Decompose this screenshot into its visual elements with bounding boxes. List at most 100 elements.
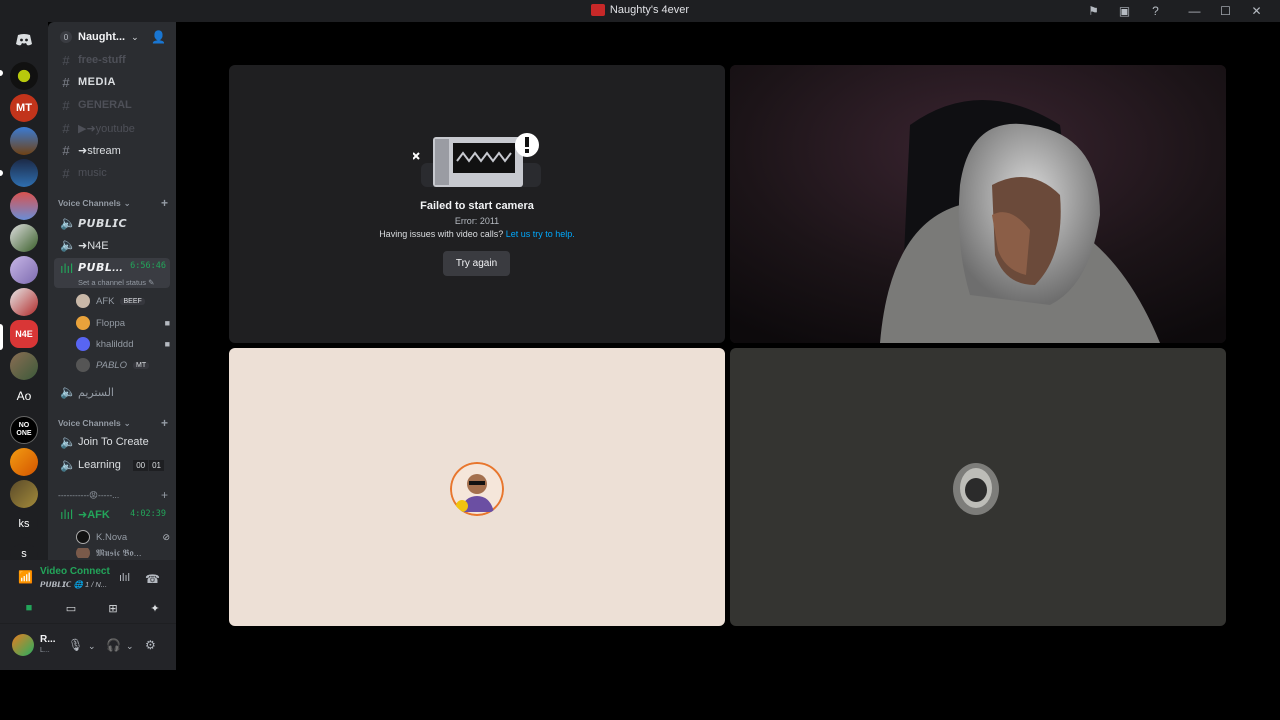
headphones-icon[interactable]: 🎧 — [106, 638, 121, 652]
voice-user[interactable]: AFK BEEF — [76, 292, 170, 310]
video-tile-avatar[interactable] — [229, 348, 725, 626]
server-icon[interactable] — [10, 288, 38, 316]
server-icon[interactable] — [10, 352, 38, 380]
participant-avatar — [953, 463, 999, 515]
microphone-icon[interactable]: 🎙 — [68, 638, 83, 652]
speaker-icon: 🔈 — [60, 457, 77, 472]
hash-icon: # — [62, 142, 70, 158]
speaker-icon: 🔈 — [60, 237, 77, 252]
hash-icon: # — [62, 52, 70, 68]
noise-suppression-icon[interactable]: ılıl — [119, 572, 130, 584]
camera-toggle-icon[interactable]: ■ — [12, 598, 46, 618]
error-help: Having issues with video calls? Let us t… — [379, 229, 575, 239]
inbox-icon[interactable]: ▣ — [1109, 3, 1140, 19]
video-camera-icon: ■ — [164, 318, 170, 328]
voice-channel-item[interactable]: 🔈 𝙋𝙐𝘽𝙇𝙄𝘾 — [54, 213, 170, 233]
voice-channel-item[interactable]: 🔈 Join To Create — [54, 432, 170, 452]
close-icon[interactable]: ✕ — [1241, 3, 1272, 19]
server-icon[interactable] — [10, 192, 38, 220]
gear-icon[interactable]: ⚙ — [145, 638, 156, 652]
server-icon[interactable]: NO ONE — [10, 416, 38, 444]
category-voice-channels[interactable]: Voice Channels ⌄ + — [58, 196, 168, 210]
chevron-down-icon: ⌄ — [131, 31, 139, 42]
user-limit-counter: 00 01 — [133, 459, 164, 471]
user-name[interactable]: R... — [40, 634, 56, 645]
add-channel-icon[interactable]: + — [161, 488, 168, 502]
server-icon[interactable] — [10, 62, 38, 90]
soundboard-icon[interactable]: ✦ — [138, 598, 172, 618]
voice-channel-item[interactable]: 🔈 ➜N4E — [54, 235, 170, 255]
channel-item[interactable]: # MEDIA — [54, 72, 170, 92]
hash-icon: # — [62, 120, 70, 136]
add-channel-icon[interactable]: + — [161, 196, 168, 210]
activities-icon[interactable]: ⊞ — [96, 598, 130, 618]
deafened-icon: ⊘ — [162, 531, 170, 542]
disconnect-icon[interactable]: ☎ — [145, 572, 160, 586]
server-icon[interactable] — [10, 256, 38, 284]
voice-channel-item[interactable]: 🔈 الستريم — [54, 382, 170, 402]
category-voice-channels[interactable]: Voice Channels ⌄ + — [58, 416, 168, 430]
guild-badge: 0 — [60, 31, 72, 43]
video-tile-error[interactable]: Failed to start camera Error: 2011 Havin… — [229, 65, 725, 343]
user-avatar[interactable] — [12, 634, 34, 656]
hash-icon: # — [62, 165, 70, 181]
unread-pill — [0, 170, 3, 176]
chevron-down-icon: ⌄ — [123, 417, 131, 428]
server-icon[interactable] — [10, 224, 38, 252]
voice-user[interactable]: 𝕸𝖚𝖘𝖎𝖈 𝕭𝖔... — [76, 548, 170, 558]
voice-user[interactable]: K.Nova ⊘ — [76, 528, 170, 546]
video-tile-camera[interactable] — [730, 65, 1226, 343]
server-icon[interactable]: ks — [10, 510, 38, 538]
minimize-icon[interactable]: — — [1179, 3, 1210, 19]
connection-status[interactable]: Video Connected — [40, 566, 110, 577]
connection-channel[interactable]: 𝙋𝙐𝘽𝙇𝙄𝘾 🌐 1 / N... — [40, 580, 107, 589]
hash-icon: # — [62, 74, 70, 90]
channel-item[interactable]: # ➜stream — [54, 140, 170, 160]
speaker-icon: 🔈 — [60, 384, 77, 399]
voice-active-icon: ılıl — [60, 261, 73, 276]
server-icon[interactable] — [10, 448, 38, 476]
channel-item[interactable]: # free-stuff — [54, 50, 170, 70]
signal-icon[interactable]: 📶 — [18, 570, 33, 584]
help-link[interactable]: Let us try to help. — [506, 229, 575, 239]
error-code: Error: 2011 — [454, 216, 500, 226]
voice-timer: 4:02:39 — [130, 509, 166, 519]
invite-user-icon[interactable]: 👤 — [151, 30, 166, 44]
server-icon[interactable]: MT — [10, 94, 38, 122]
selected-pill — [0, 324, 3, 350]
channel-item[interactable]: # GENERAL — [54, 95, 170, 115]
help-icon[interactable]: ? — [1140, 3, 1171, 19]
voice-user[interactable]: Floppa ■ — [76, 314, 170, 332]
screen-share-icon[interactable]: ▭ — [54, 598, 88, 618]
camera-feed-image — [730, 65, 1226, 343]
error-title: Failed to start camera — [420, 200, 534, 212]
channel-status[interactable]: Set a channel status ✎ — [78, 278, 154, 287]
guild-header[interactable]: 0 Naught... ⌄ 👤 — [48, 22, 176, 52]
user-status: L... — [40, 647, 50, 654]
voice-user[interactable]: PABLO MT — [76, 356, 170, 374]
flag-icon[interactable]: ⚑ — [1078, 3, 1109, 19]
category-divider[interactable]: -----------😡-----... + — [58, 488, 168, 502]
add-channel-icon[interactable]: + — [161, 416, 168, 430]
guild-name: Naught... — [78, 31, 126, 43]
server-icon[interactable] — [10, 480, 38, 508]
afk-voice-channel[interactable]: ılıl ➜AFK 4:02:39 — [54, 504, 170, 524]
server-icon-active[interactable]: N4E — [10, 320, 38, 348]
channel-item[interactable]: # music — [54, 163, 170, 183]
avatar — [76, 294, 90, 308]
server-icon[interactable] — [10, 127, 38, 155]
video-stage: Failed to start camera Error: 2011 Havin… — [176, 22, 1280, 670]
chevron-down-icon[interactable]: ⌄ — [88, 641, 96, 652]
voice-user[interactable]: khalilddd ■ — [76, 335, 170, 353]
try-again-button[interactable]: Try again — [443, 251, 510, 276]
avatar — [76, 530, 90, 544]
maximize-icon[interactable]: ☐ — [1210, 3, 1241, 19]
chevron-down-icon[interactable]: ⌄ — [126, 641, 134, 652]
server-icon[interactable] — [10, 159, 38, 187]
video-camera-icon: ■ — [164, 339, 170, 349]
server-icon[interactable]: Ao — [10, 382, 38, 410]
channel-item[interactable]: # ▶➜youtube — [54, 118, 170, 138]
discord-home-icon[interactable] — [10, 26, 38, 54]
video-tile-avatar[interactable] — [730, 348, 1226, 626]
voice-channel-item[interactable]: 🔈 Learning 00 01 — [54, 455, 170, 475]
